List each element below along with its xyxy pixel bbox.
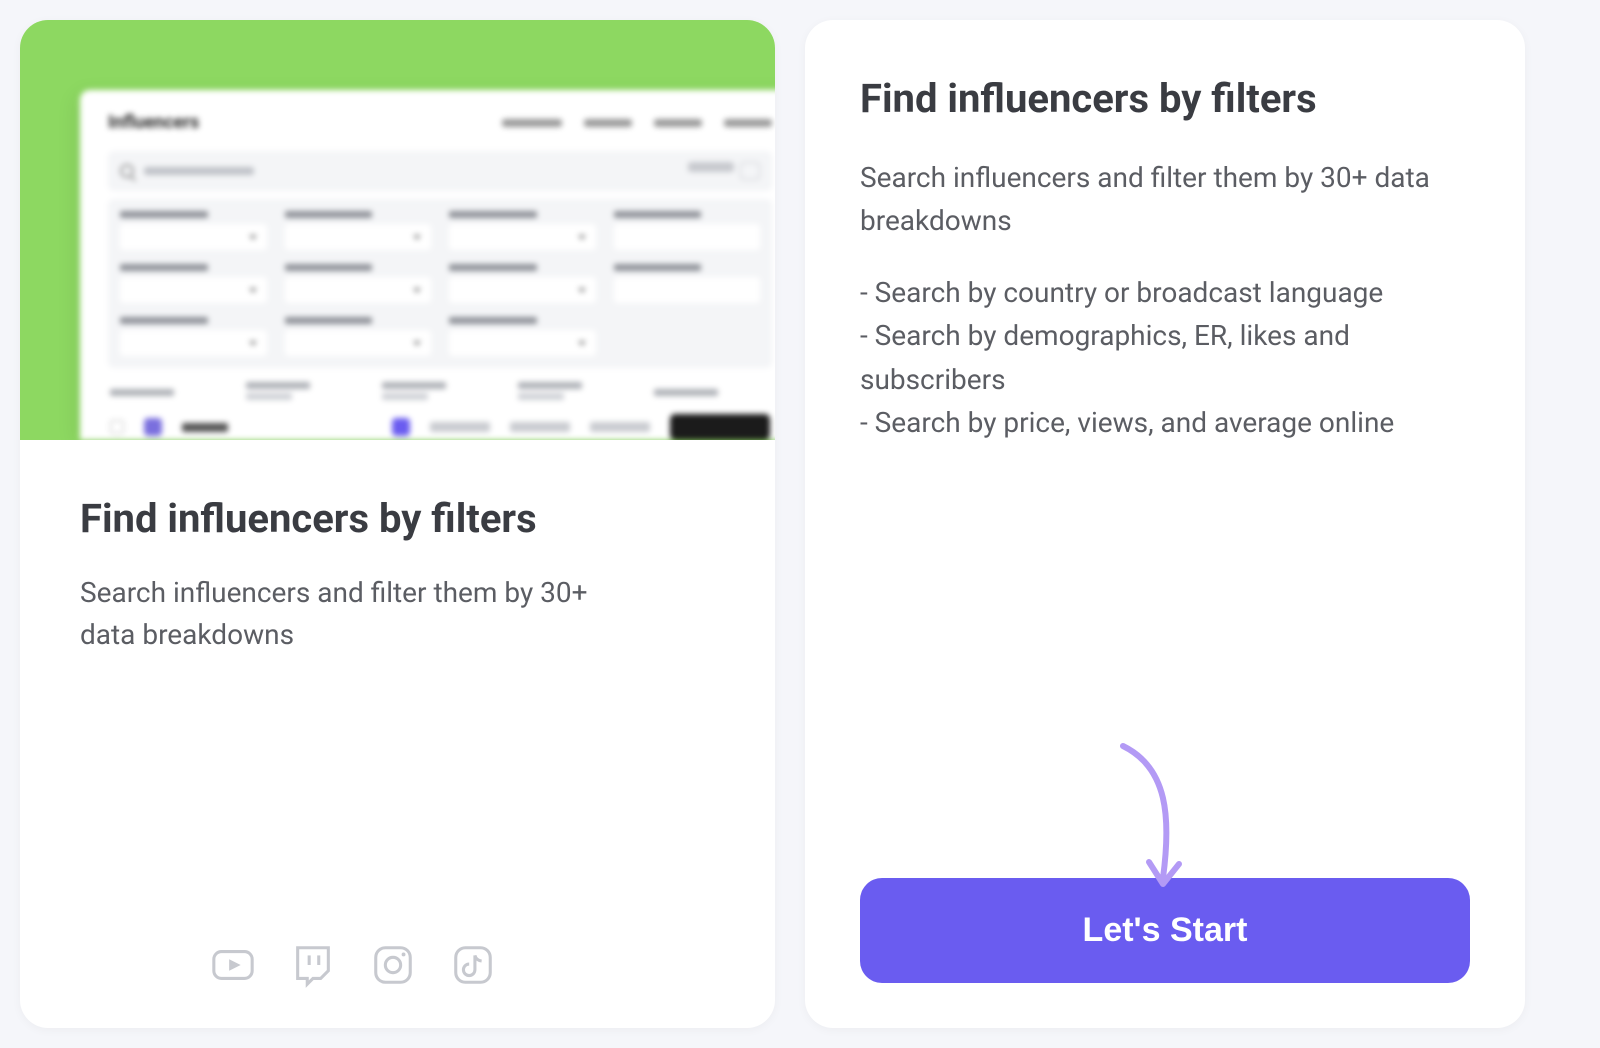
- tiktok-icon: [450, 942, 496, 988]
- feature-card-right: Find influencers by filters Search influ…: [805, 20, 1525, 1028]
- preview-window: Influencers: [80, 90, 775, 440]
- platform-icons-row: [80, 942, 715, 988]
- search-icon: [120, 164, 134, 178]
- feature-card-left: Influencers: [20, 20, 775, 1028]
- arrow-down-icon: [1093, 738, 1213, 898]
- card-left-subtitle: Search influencers and filter them by 30…: [80, 572, 640, 656]
- instagram-icon: [370, 942, 416, 988]
- card-left-title: Find influencers by filters: [80, 495, 715, 542]
- feature-bullet: - Search by price, views, and average on…: [860, 401, 1470, 444]
- feature-bullets: - Search by country or broadcast languag…: [860, 271, 1470, 445]
- preview-window-title: Influencers: [108, 112, 199, 133]
- twitch-icon: [290, 942, 336, 988]
- preview-search-bar: [108, 151, 772, 191]
- preview-hero: Influencers: [20, 20, 775, 440]
- card-right-intro: Search influencers and filter them by 30…: [860, 156, 1470, 243]
- youtube-icon: [210, 942, 256, 988]
- card-right-title: Find influencers by filters: [860, 75, 1470, 122]
- feature-bullet: - Search by demographics, ER, likes and …: [860, 314, 1470, 401]
- preview-filter-panel: [108, 199, 772, 368]
- feature-bullet: - Search by country or broadcast languag…: [860, 271, 1470, 314]
